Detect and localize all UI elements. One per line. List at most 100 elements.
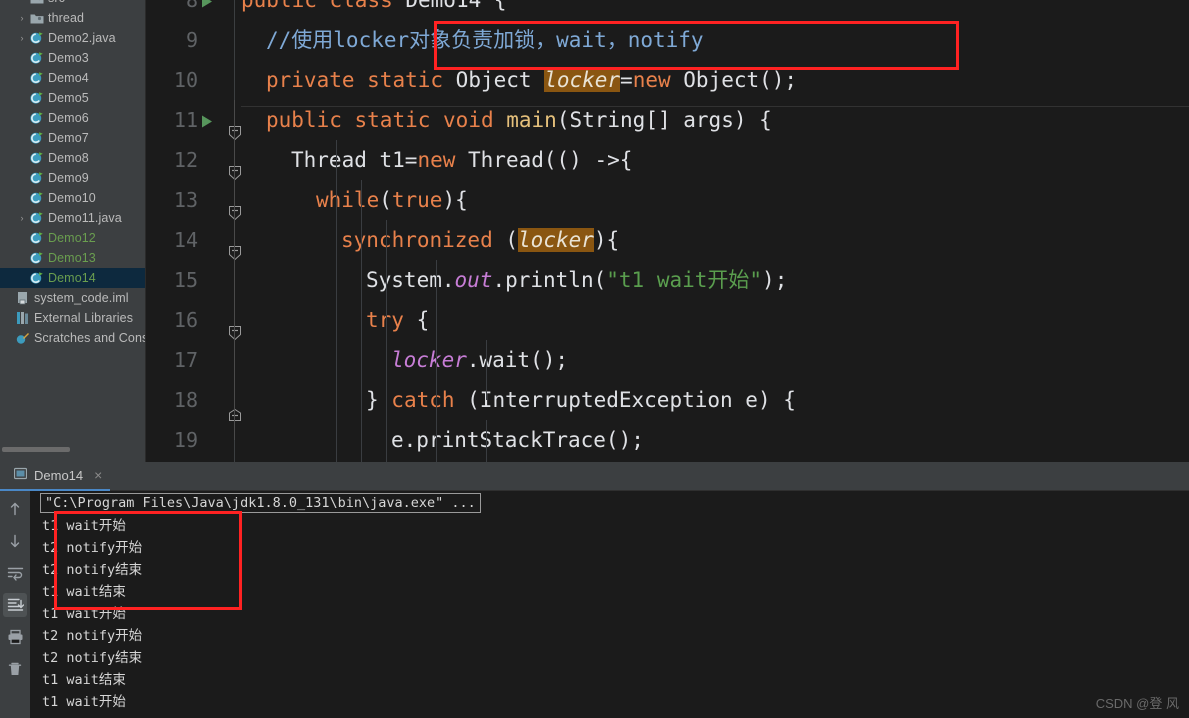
expand-arrow-icon[interactable]: › [2, 328, 14, 348]
run-tab-demo14[interactable]: Demo14 × [0, 462, 111, 491]
sidebar-item-demo5[interactable]: › Demo5 [0, 88, 145, 108]
project-sidebar[interactable]: › src › thread › Demo2.java › Demo3 › Demo4 › Demo5… [0, 0, 146, 462]
indent-guide [486, 420, 487, 462]
fold-collapse-icon[interactable] [229, 153, 241, 181]
console-toolbar[interactable] [0, 491, 30, 718]
code-text: Thread t1=new Thread(() ->{ [241, 140, 1189, 180]
close-icon[interactable]: × [90, 467, 102, 483]
sidebar-item-label: Demo4 [48, 71, 89, 85]
sidebar-item-label: src [45, 0, 65, 5]
expand-arrow-icon[interactable]: › [2, 288, 14, 308]
scroll-to-end-icon[interactable] [3, 593, 27, 617]
soft-wrap-icon[interactable] [3, 561, 27, 585]
code-token: true [391, 188, 443, 212]
fold-collapse-icon[interactable] [229, 233, 241, 261]
code-token: main [506, 108, 557, 132]
code-line[interactable]: 16 try { [146, 300, 1189, 341]
console-output-line: t2 notify结束 [42, 562, 143, 578]
sidebar-item-label: thread [48, 11, 85, 25]
fold-end-icon[interactable] [229, 394, 241, 421]
run-tab-bar[interactable]: Demo14 × [0, 462, 1189, 491]
expand-arrow-icon[interactable]: › [2, 308, 14, 328]
sidebar-horizontal-scrollbar[interactable] [0, 445, 145, 454]
code-token: public [266, 108, 355, 132]
folder-icon [28, 0, 45, 5]
console-output[interactable]: "C:\Program Files\Java\jdk1.8.0_131\bin\… [30, 491, 1189, 718]
expand-arrow-icon[interactable]: › [16, 128, 28, 148]
sidebar-item-scratches-and-consoles[interactable]: › Scratches and Consoles [0, 328, 145, 348]
sidebar-item-demo4[interactable]: › Demo4 [0, 68, 145, 88]
expand-arrow-icon[interactable]: › [16, 68, 28, 88]
code-token: .println( [492, 268, 607, 292]
expand-arrow-icon[interactable]: › [16, 108, 28, 128]
sidebar-item-demo13[interactable]: › Demo13 [0, 248, 145, 268]
code-line[interactable]: 9 //使用locker对象负责加锁，wait，notify [146, 20, 1189, 60]
sidebar-item-demo10[interactable]: › Demo10 [0, 188, 145, 208]
code-token: while [316, 188, 380, 212]
code-token: synchronized [341, 228, 506, 252]
code-line[interactable]: 14 synchronized (locker){ [146, 220, 1189, 261]
sidebar-item-label: Demo9 [48, 171, 89, 185]
expand-arrow-icon[interactable]: › [16, 8, 28, 28]
code-text: locker.wait(); [241, 340, 1189, 380]
sidebar-item-demo6[interactable]: › Demo6 [0, 108, 145, 128]
sidebar-item-demo9[interactable]: › Demo9 [0, 168, 145, 188]
expand-arrow-icon[interactable]: › [16, 268, 28, 288]
sidebar-item-demo12[interactable]: › Demo12 [0, 228, 145, 248]
code-token: .wait(); [466, 348, 569, 372]
sidebar-item-label: Scratches and Consoles [34, 331, 146, 345]
code-line[interactable]: 13 while(true){ [146, 180, 1189, 221]
console-output-line: t1 wait开始 [42, 694, 126, 710]
sidebar-item-demo3[interactable]: › Demo3 [0, 48, 145, 68]
project-tree[interactable]: › src › thread › Demo2.java › Demo3 › Demo4 › Demo5… [0, 0, 145, 348]
expand-arrow-icon[interactable]: › [16, 248, 28, 268]
sidebar-item-thread[interactable]: › thread [0, 8, 145, 28]
code-token: = [620, 68, 633, 92]
code-token: ( [379, 188, 392, 212]
code-line[interactable]: 15 System.out.println("t1 wait开始"); [146, 260, 1189, 300]
print-icon[interactable] [3, 625, 27, 649]
run-gutter-icon[interactable] [196, 0, 216, 20]
run-gutter-icon[interactable] [196, 100, 216, 140]
clear-all-trash-icon[interactable] [3, 657, 27, 681]
expand-arrow-icon[interactable]: › [16, 88, 28, 108]
expand-arrow-icon[interactable]: › [16, 148, 28, 168]
sidebar-item-demo2-java[interactable]: › Demo2.java [0, 28, 145, 48]
expand-arrow-icon[interactable]: › [16, 48, 28, 68]
fold-collapse-icon[interactable] [229, 193, 241, 221]
expand-arrow-icon[interactable]: › [16, 168, 28, 188]
scroll-up-icon[interactable] [3, 497, 27, 521]
fold-collapse-icon[interactable] [229, 313, 241, 341]
sidebar-item-demo7[interactable]: › Demo7 [0, 128, 145, 148]
indent-guide [386, 220, 387, 462]
sidebar-item-demo8[interactable]: › Demo8 [0, 148, 145, 168]
code-token: //使用locker对象负责加锁，wait，notify [266, 28, 704, 52]
sidebar-item-label: Demo5 [48, 91, 89, 105]
sidebar-item-external-libraries[interactable]: › External Libraries [0, 308, 145, 328]
code-line[interactable]: 8 public class Demo14 { [146, 0, 1189, 20]
sidebar-item-system-code-iml[interactable]: › system_code.iml [0, 288, 145, 308]
code-editor[interactable]: 8 public class Demo14 {9 //使用locker对象负责加锁，… [146, 0, 1189, 462]
expand-arrow-icon[interactable]: › [16, 28, 28, 48]
code-token: void [443, 108, 507, 132]
sidebar-item-label: Demo6 [48, 111, 89, 125]
code-line[interactable]: 18} catch (InterruptedException e) { [146, 380, 1189, 421]
sidebar-item-demo11-java[interactable]: › Demo11.java [0, 208, 145, 228]
code-line[interactable]: 19 e.printStackTrace(); [146, 420, 1189, 460]
code-line[interactable]: 17 locker.wait(); [146, 340, 1189, 380]
expand-arrow-icon[interactable]: › [16, 0, 28, 8]
code-line[interactable]: 12 Thread t1=new Thread(() ->{ [146, 140, 1189, 181]
sidebar-item-label: system_code.iml [34, 291, 129, 305]
code-line[interactable]: 10 private static Object locker=new Objec… [146, 60, 1189, 100]
expand-arrow-icon[interactable]: › [16, 228, 28, 248]
scroll-down-icon[interactable] [3, 529, 27, 553]
expand-arrow-icon[interactable]: › [16, 208, 28, 228]
sidebar-item-label: Demo7 [48, 131, 89, 145]
code-text: synchronized (locker){ [241, 220, 1189, 260]
expand-arrow-icon[interactable]: › [16, 188, 28, 208]
code-token: } [366, 388, 392, 412]
sidebar-item-src[interactable]: › src [0, 0, 145, 8]
sidebar-item-demo14[interactable]: › Demo14 [0, 268, 145, 288]
sidebar-item-label: Demo12 [48, 231, 96, 245]
fold-collapse-icon[interactable] [229, 113, 241, 141]
